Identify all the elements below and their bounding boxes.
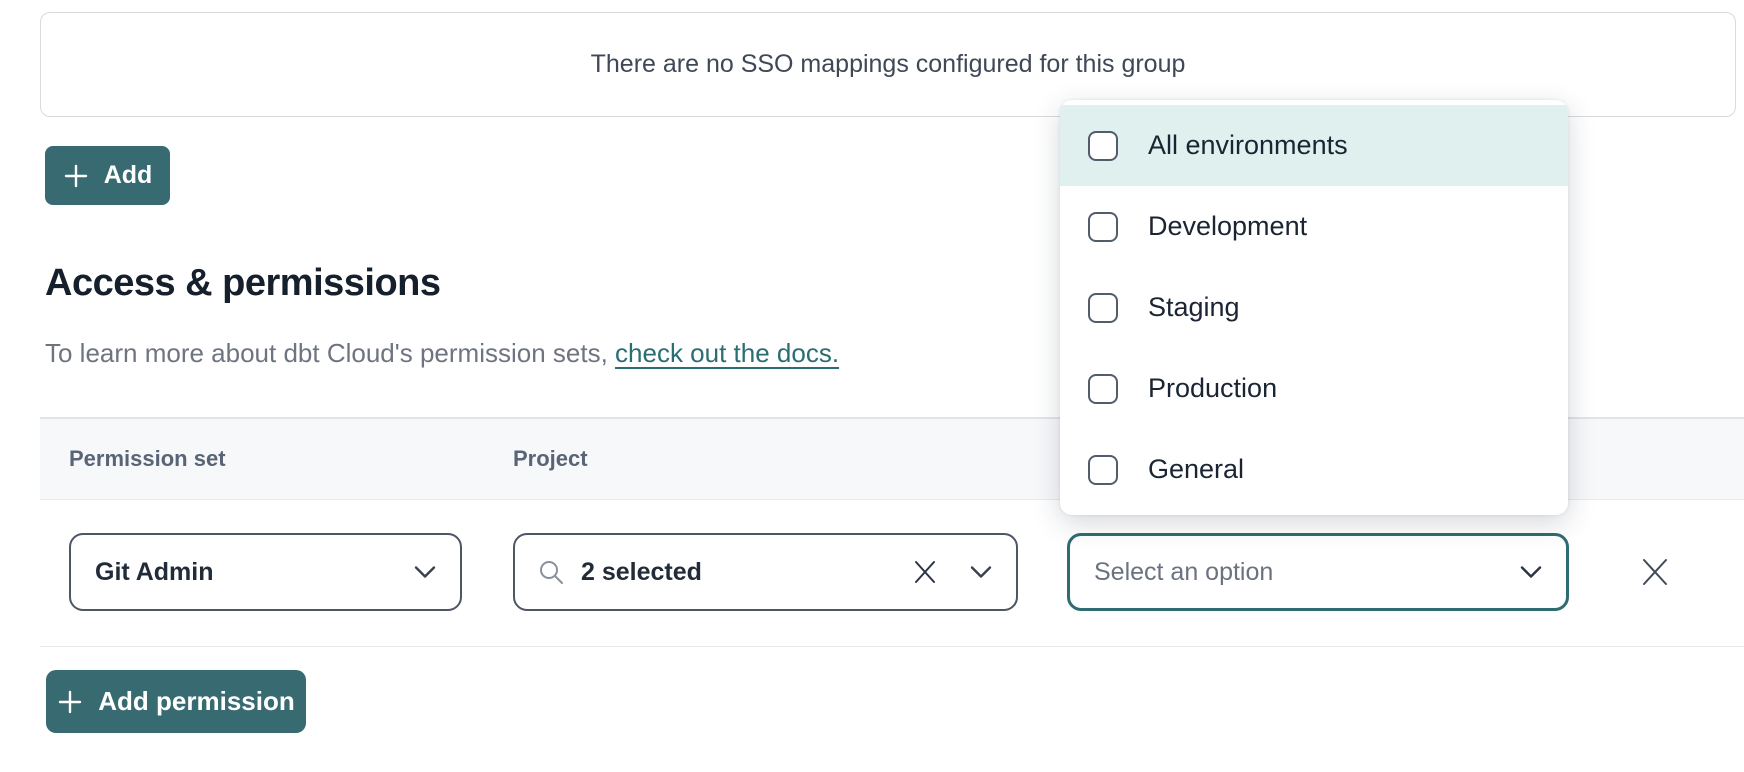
plus-icon [63,163,89,189]
x-icon [912,559,938,585]
project-selected-count: 2 selected [581,558,702,587]
checkbox-icon[interactable] [1088,374,1118,404]
checkbox-icon[interactable] [1088,131,1118,161]
environment-dropdown-menu: All environments Development Staging Pro… [1060,100,1568,515]
sso-empty-message: There are no SSO mappings configured for… [591,50,1186,79]
add-permission-button[interactable]: Add permission [46,670,306,733]
dropdown-option-all-environments[interactable]: All environments [1060,105,1568,186]
add-button-label: Add [104,161,153,190]
group-settings-page: There are no SSO mappings configured for… [0,0,1744,772]
checkbox-icon[interactable] [1088,455,1118,485]
search-icon [537,558,565,586]
dropdown-option-staging[interactable]: Staging [1060,267,1568,348]
column-header-project: Project [513,419,588,499]
section-title: Access & permissions [45,262,441,305]
remove-permission-row-button[interactable] [1629,546,1681,598]
clear-selection-button[interactable] [908,555,942,589]
checkbox-icon[interactable] [1088,212,1118,242]
option-label: Staging [1148,292,1240,323]
chevron-down-icon [970,566,992,579]
permission-set-select[interactable]: Git Admin [69,533,462,611]
dropdown-option-production[interactable]: Production [1060,348,1568,429]
option-label: Development [1148,211,1307,242]
dropdown-option-development[interactable]: Development [1060,186,1568,267]
chevron-down-icon [414,566,436,579]
docs-link[interactable]: check out the docs. [615,338,839,368]
dropdown-option-general[interactable]: General [1060,429,1568,510]
chevron-down-icon [1520,566,1542,579]
option-label: All environments [1148,130,1348,161]
environment-placeholder: Select an option [1094,558,1273,587]
environment-select[interactable]: Select an option [1067,533,1569,611]
plus-icon [57,689,83,715]
option-label: Production [1148,373,1277,404]
checkbox-icon[interactable] [1088,293,1118,323]
description-text: To learn more about dbt Cloud's permissi… [45,338,615,368]
x-icon [1639,556,1671,588]
row-divider [40,646,1744,647]
permissions-description: To learn more about dbt Cloud's permissi… [45,338,839,369]
option-label: General [1148,454,1244,485]
column-header-permission-set: Permission set [69,419,226,499]
add-sso-mapping-button[interactable]: Add [45,146,170,205]
project-multiselect[interactable]: 2 selected [513,533,1018,611]
add-permission-label: Add permission [98,686,294,717]
permission-set-value: Git Admin [95,558,214,587]
